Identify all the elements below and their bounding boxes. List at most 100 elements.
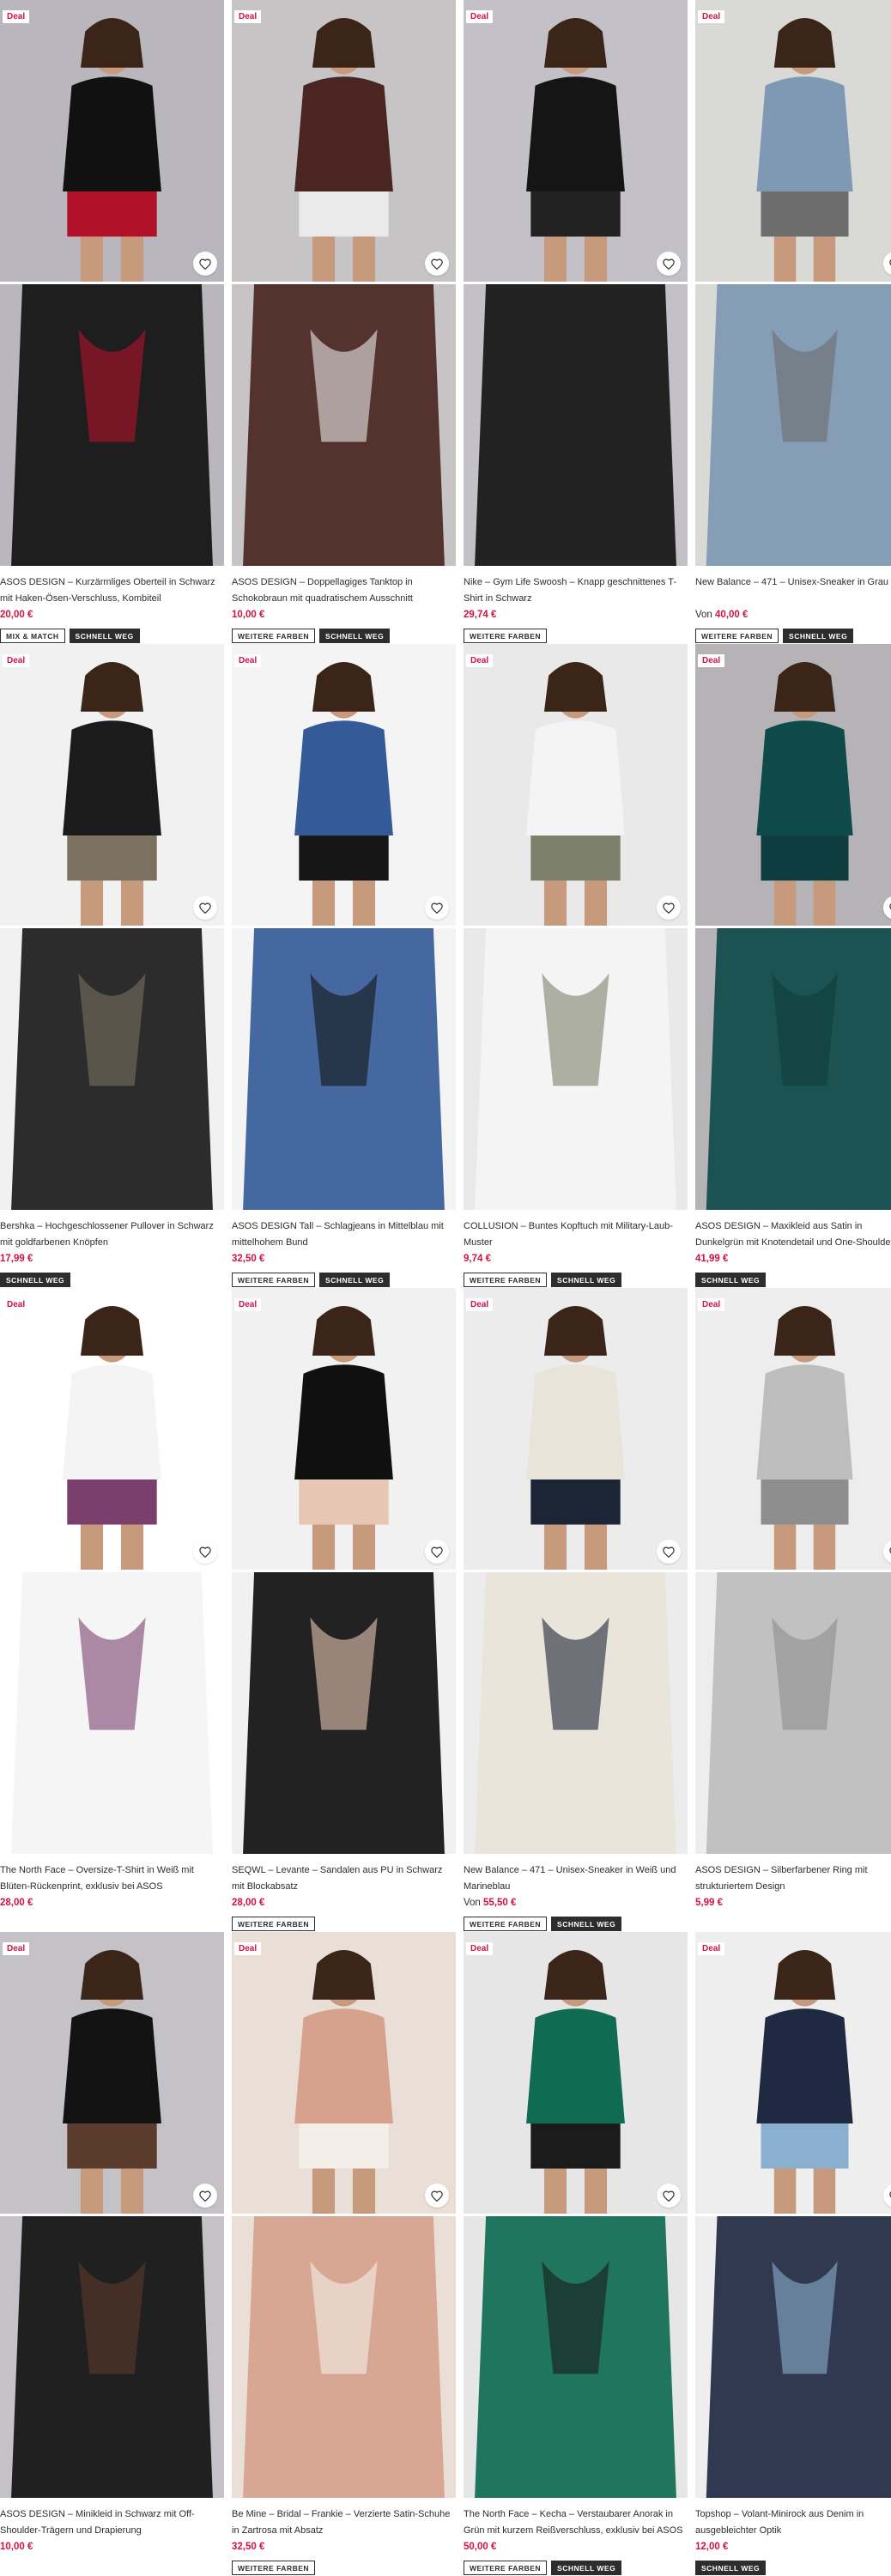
product-image-secondary[interactable] xyxy=(695,1572,891,1854)
save-for-later-button[interactable] xyxy=(425,252,449,276)
product-card[interactable]: Deal ASOS DESIGN – Maxikleid aus Satin i… xyxy=(695,644,891,1288)
product-image-primary[interactable] xyxy=(464,644,688,926)
product-price: 10,00 € xyxy=(0,2542,33,2552)
save-for-later-button[interactable] xyxy=(193,252,217,276)
product-image-secondary[interactable] xyxy=(232,928,456,1210)
product-title-link[interactable]: COLLUSION – Buntes Kopftuch mit Military… xyxy=(464,1218,688,1251)
product-title-link[interactable]: The North Face – Oversize-T-Shirt in Wei… xyxy=(0,1862,224,1895)
save-for-later-button[interactable] xyxy=(193,896,217,920)
deal-badge: Deal xyxy=(698,10,725,23)
product-image-primary[interactable] xyxy=(695,0,891,282)
product-image-primary[interactable] xyxy=(464,1932,688,2214)
product-image-svg xyxy=(464,1572,688,1854)
product-image-secondary[interactable] xyxy=(695,284,891,566)
product-title-link[interactable]: ASOS DESIGN – Kurzärmliges Oberteil in S… xyxy=(0,574,224,607)
product-image-secondary[interactable] xyxy=(0,2216,224,2498)
product-title-link[interactable]: Be Mine – Bridal – Frankie – Verzierte S… xyxy=(232,2506,456,2539)
save-for-later-button[interactable] xyxy=(657,896,681,920)
product-card[interactable]: Deal ASOS DESIGN – Minikleid in Schwarz … xyxy=(0,1932,224,2576)
product-title-link[interactable]: ASOS DESIGN – Doppellagiges Tanktop in S… xyxy=(232,574,456,607)
product-image-primary[interactable] xyxy=(0,1288,224,1570)
product-card[interactable]: Deal Be Mine – Bridal – Frankie – Verzie… xyxy=(232,1932,456,2576)
product-image-primary[interactable] xyxy=(232,1288,456,1570)
product-image-secondary[interactable] xyxy=(464,1572,688,1854)
product-card[interactable]: Deal ASOS DESIGN – Kurzärmliges Oberteil… xyxy=(0,0,224,644)
product-image-primary[interactable] xyxy=(232,1932,456,2214)
product-title-link[interactable]: ASOS DESIGN Tall – Schlagjeans in Mittel… xyxy=(232,1218,456,1251)
product-price: 32,50 € xyxy=(232,1254,264,1264)
product-title-link[interactable]: ASOS DESIGN – Silberfarbener Ring mit st… xyxy=(695,1862,891,1895)
product-image-secondary[interactable] xyxy=(232,284,456,566)
product-card[interactable]: Deal ASOS DESIGN – Silberfarbener Ring m… xyxy=(695,1288,891,1932)
price-value: 9,74 € xyxy=(464,1254,491,1264)
save-for-later-button[interactable] xyxy=(193,2184,217,2208)
product-title-link[interactable]: New Balance – 471 – Unisex-Sneaker in Gr… xyxy=(695,574,891,591)
product-title-link[interactable]: ASOS DESIGN – Maxikleid aus Satin in Dun… xyxy=(695,1218,891,1253)
deal-badge: Deal xyxy=(234,654,262,667)
save-for-later-button[interactable] xyxy=(193,1540,217,1564)
product-image-secondary[interactable] xyxy=(464,928,688,1210)
product-title-link[interactable]: Bershka – Hochgeschlossener Pullover in … xyxy=(0,1218,224,1251)
product-image-primary[interactable] xyxy=(0,644,224,926)
product-card[interactable]: Deal ASOS DESIGN Tall – Schlagjeans in M… xyxy=(232,644,456,1288)
product-image-svg xyxy=(232,0,456,282)
save-for-later-button[interactable] xyxy=(657,252,681,276)
product-card[interactable]: Deal SEQWL – Levante – Sandalen aus PU i… xyxy=(232,1288,456,1932)
save-for-later-button[interactable] xyxy=(657,2184,681,2208)
product-card[interactable]: Deal New Balance – 471 – Unisex-Sneaker … xyxy=(464,1288,688,1932)
product-card[interactable]: Deal ASOS DESIGN – Doppellagiges Tanktop… xyxy=(232,0,456,644)
product-price: 12,00 € xyxy=(695,2542,728,2552)
product-image-svg xyxy=(464,284,688,566)
product-image-primary[interactable] xyxy=(695,1932,891,2214)
save-for-later-button[interactable] xyxy=(425,2184,449,2208)
product-tag: WEITERE FARBEN xyxy=(232,1917,316,1931)
product-price: 50,00 € xyxy=(464,2542,496,2552)
product-image-secondary[interactable] xyxy=(0,1572,224,1854)
product-tags: WEITERE FARBEN xyxy=(232,2561,316,2575)
product-tag: SCHNELL WEG xyxy=(0,1273,71,1287)
product-tags: WEITERE FARBEN xyxy=(232,1917,316,1931)
product-title-link[interactable]: New Balance – 471 – Unisex-Sneaker in We… xyxy=(464,1862,688,1895)
product-image-primary[interactable] xyxy=(0,0,224,282)
product-card[interactable]: Deal New Balance – 471 – Unisex-Sneaker … xyxy=(695,0,891,644)
product-image-primary[interactable] xyxy=(464,0,688,282)
product-image-primary[interactable] xyxy=(695,644,891,926)
save-for-later-button[interactable] xyxy=(425,896,449,920)
product-image-primary[interactable] xyxy=(0,1932,224,2214)
product-image-secondary[interactable] xyxy=(695,2216,891,2498)
product-image-secondary[interactable] xyxy=(695,928,891,1210)
product-image-svg xyxy=(0,1932,224,2214)
product-image-secondary[interactable] xyxy=(0,284,224,566)
save-for-later-button[interactable] xyxy=(657,1540,681,1564)
product-image-svg xyxy=(0,928,224,1210)
product-price: 32,50 € xyxy=(232,2542,264,2552)
product-image-secondary[interactable] xyxy=(464,284,688,566)
product-image-primary[interactable] xyxy=(695,1288,891,1570)
product-title-link[interactable]: Nike – Gym Life Swoosh – Knapp geschnitt… xyxy=(464,574,688,607)
product-image-primary[interactable] xyxy=(232,644,456,926)
product-card[interactable]: Deal COLLUSION – Buntes Kopftuch mit Mil… xyxy=(464,644,688,1288)
product-image-primary[interactable] xyxy=(232,0,456,282)
product-title-link[interactable]: Topshop – Volant-Minirock aus Denim in a… xyxy=(695,2506,891,2539)
product-image-svg xyxy=(464,928,688,1210)
product-card[interactable]: Deal Topshop – Volant-Minirock aus Denim… xyxy=(695,1932,891,2576)
product-card[interactable]: Deal The North Face – Kecha – Verstaubar… xyxy=(464,1932,688,2576)
product-tag: WEITERE FARBEN xyxy=(464,1273,548,1287)
product-tags: WEITERE FARBEN xyxy=(464,629,548,643)
product-card[interactable]: Deal Nike – Gym Life Swoosh – Knapp gesc… xyxy=(464,0,688,644)
product-image-secondary[interactable] xyxy=(0,928,224,1210)
product-image-primary[interactable] xyxy=(464,1288,688,1570)
product-tag: SCHNELL WEG xyxy=(695,2561,767,2575)
product-card[interactable]: Deal The North Face – Oversize-T-Shirt i… xyxy=(0,1288,224,1932)
product-image-secondary[interactable] xyxy=(232,2216,456,2498)
product-title-link[interactable]: The North Face – Kecha – Verstaubarer An… xyxy=(464,2506,688,2539)
product-price: 10,00 € xyxy=(232,610,264,620)
save-for-later-button[interactable] xyxy=(425,1540,449,1564)
product-title-link[interactable]: ASOS DESIGN – Minikleid in Schwarz mit O… xyxy=(0,2506,224,2539)
product-title-link[interactable]: SEQWL – Levante – Sandalen aus PU in Sch… xyxy=(232,1862,456,1895)
price-from-label: Von xyxy=(695,610,712,620)
product-image-secondary[interactable] xyxy=(464,2216,688,2498)
product-image-secondary[interactable] xyxy=(232,1572,456,1854)
product-card[interactable]: Deal Bershka – Hochgeschlossener Pullove… xyxy=(0,644,224,1288)
deal-badge: Deal xyxy=(698,1942,725,1955)
